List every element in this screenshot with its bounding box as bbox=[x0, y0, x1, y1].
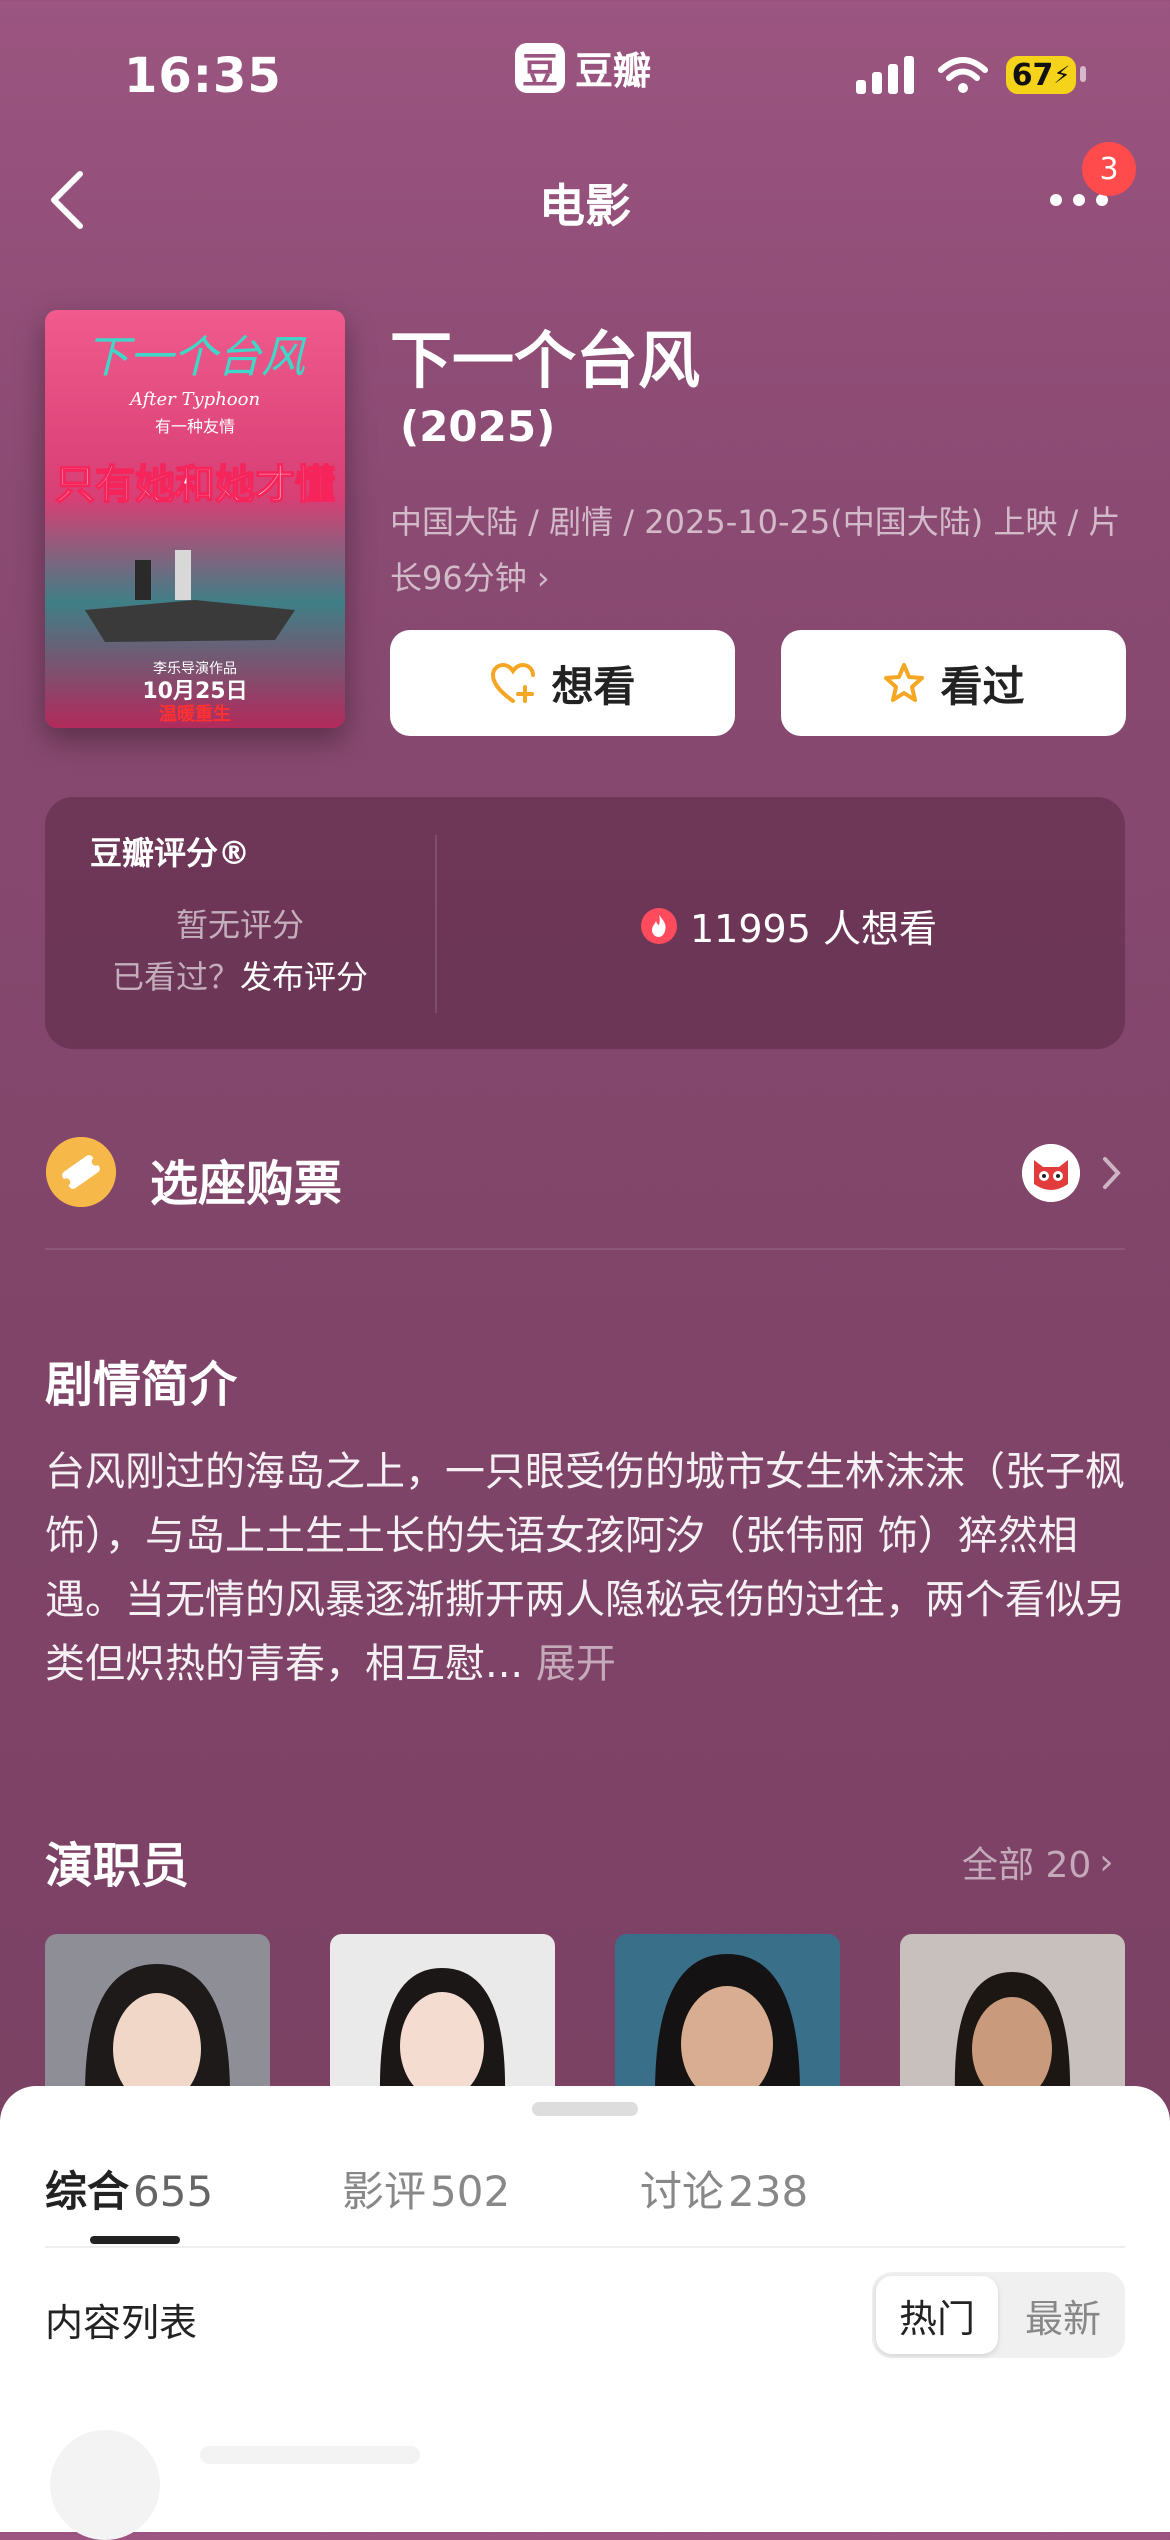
rate-prompt-prefix: 已看过？ bbox=[111, 958, 240, 996]
loading-placeholder bbox=[200, 2446, 420, 2464]
wifi-icon bbox=[938, 57, 988, 93]
tab-overview[interactable]: 综合655 bbox=[45, 2158, 213, 2219]
poster-slogan: 只有她和她才懂 bbox=[55, 462, 335, 508]
no-rating-text: 暂无评分 bbox=[175, 906, 304, 944]
ticket-label[interactable]: 选座购票 bbox=[150, 1144, 342, 1214]
cast-all-link[interactable]: 全部 20 › bbox=[962, 1836, 1114, 1888]
cast-photo-4[interactable] bbox=[900, 1934, 1125, 2094]
meta-line-1: 中国大陆 / 剧情 / 2025-10-25(中国大陆) 上映 / 片 bbox=[390, 503, 1121, 541]
synopsis-title: 剧情简介 bbox=[45, 1357, 238, 1413]
row-divider bbox=[45, 1248, 1125, 1250]
signal-icon bbox=[856, 54, 914, 94]
want-button[interactable]: 想看 bbox=[390, 630, 735, 736]
poster-title-art: 下一个台风 bbox=[85, 332, 307, 383]
want-count-text: 11995 人想看 bbox=[690, 907, 937, 951]
watched-label: 看过 bbox=[940, 661, 1025, 711]
sort-new-button[interactable]: 最新 bbox=[1004, 2276, 1122, 2354]
tab-overview-label: 综合 bbox=[45, 2167, 130, 2216]
charging-icon: ⚡ bbox=[1053, 61, 1071, 89]
movie-meta[interactable]: 中国大陆 / 剧情 / 2025-10-25(中国大陆) 上映 / 片 长96分… bbox=[390, 494, 1130, 606]
want-count: 11995 人想看 bbox=[640, 898, 937, 953]
rate-prompt[interactable]: 已看过？发布评分 bbox=[90, 952, 390, 998]
avatar-placeholder bbox=[50, 2430, 160, 2540]
sheet-drag-handle[interactable] bbox=[532, 2102, 638, 2116]
douban-logo-icon: 豆 bbox=[515, 42, 565, 93]
movie-year: (2025) bbox=[400, 402, 556, 451]
page-title: 电影 bbox=[539, 179, 631, 233]
chevron-right-icon bbox=[1103, 1157, 1121, 1189]
poster-credit: 李乐导演作品 bbox=[153, 661, 237, 677]
active-tab-indicator bbox=[90, 2236, 180, 2244]
status-time: 16:35 bbox=[124, 48, 282, 104]
tab-overview-count: 655 bbox=[133, 2167, 214, 2216]
want-label: 想看 bbox=[551, 661, 636, 711]
watched-button[interactable]: 看过 bbox=[781, 630, 1126, 736]
rating-divider bbox=[435, 835, 437, 1013]
tab-divider bbox=[45, 2246, 1125, 2248]
content-list-title: 内容列表 bbox=[45, 2301, 198, 2345]
cast-title: 演职员 bbox=[45, 1838, 190, 1894]
tab-discussions[interactable]: 讨论238 bbox=[640, 2158, 808, 2219]
meta-line-2-text: 长96分钟 bbox=[390, 559, 527, 597]
chevron-right-icon: › bbox=[536, 559, 550, 597]
poster-subtitle: After Typhoon bbox=[128, 389, 260, 410]
battery-tip bbox=[1080, 66, 1086, 82]
maoyan-cat-icon bbox=[1022, 1144, 1080, 1202]
notification-badge[interactable]: 3 bbox=[1082, 142, 1136, 196]
rating-label: 豆瓣评分® bbox=[90, 834, 251, 872]
flame-icon bbox=[641, 907, 677, 944]
poster-date: 10月25日 bbox=[142, 679, 247, 704]
movie-title: 下一个台风 bbox=[390, 324, 701, 397]
sort-hot-button[interactable]: 热门 bbox=[876, 2276, 998, 2354]
chevron-right-icon: › bbox=[1099, 1841, 1114, 1883]
star-icon bbox=[884, 663, 925, 702]
app-name: 豆瓣 bbox=[575, 49, 652, 93]
cast-all-label: 全部 20 bbox=[962, 1845, 1092, 1886]
poster-tagline: 有一种友情 bbox=[155, 417, 235, 436]
tab-reviews[interactable]: 影评502 bbox=[342, 2158, 510, 2219]
tab-discussions-label: 讨论 bbox=[640, 2167, 725, 2216]
cast-photo-3[interactable] bbox=[615, 1934, 840, 2094]
poster-note: 温暖重生 bbox=[159, 703, 231, 725]
tab-discussions-count: 238 bbox=[728, 2167, 809, 2216]
movie-poster[interactable]: 下一个台风 After Typhoon 有一种友情 只有她和她才懂 李乐导演作品… bbox=[45, 310, 345, 728]
publish-rating-link[interactable]: 发布评分 bbox=[240, 958, 368, 996]
battery-indicator: 67 ⚡ bbox=[1006, 56, 1076, 94]
expand-link[interactable]: 展开 bbox=[536, 1641, 616, 1687]
meta-line-2: 长96分钟 › bbox=[390, 550, 1130, 606]
cast-photo-1[interactable] bbox=[45, 1934, 270, 2094]
battery-level: 67 bbox=[1011, 57, 1054, 93]
ticket-icon bbox=[46, 1137, 116, 1207]
synopsis-text[interactable]: 台风刚过的海岛之上，一只眼受伤的城市女生林沫沫（张子枫 饰），与岛上土生土长的失… bbox=[45, 1440, 1125, 1696]
cast-photo-2[interactable] bbox=[330, 1934, 555, 2094]
tab-reviews-count: 502 bbox=[430, 2167, 511, 2216]
heart-plus-icon bbox=[491, 662, 536, 703]
tab-reviews-label: 影评 bbox=[342, 2167, 427, 2216]
app-indicator: 豆 豆瓣 bbox=[515, 40, 651, 95]
